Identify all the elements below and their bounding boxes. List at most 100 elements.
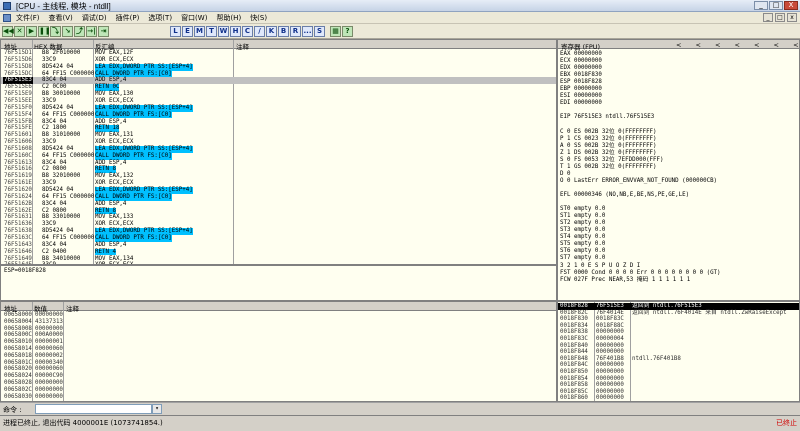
toolbar-button[interactable]: S (314, 26, 325, 37)
registers-panel[interactable]: 寄存器 (FPU) < < < < < < < < EAX 00000000EC… (557, 39, 800, 301)
register-line[interactable]: ST4 empty 0.0 (560, 234, 605, 241)
mdi-minimize-button[interactable]: _ (763, 13, 773, 22)
toolbar-button[interactable]: T (206, 26, 217, 37)
register-line[interactable]: EIP 76F515E3 ntdll.76F515E3 (560, 114, 654, 121)
toolbar-button[interactable]: ? (342, 26, 353, 37)
toolbar-button[interactable]: R (290, 26, 301, 37)
disasm-row[interactable]: 76F51619 B8 32010000 MOV EAX,132 (1, 173, 556, 180)
stack-row[interactable]: 0018F844 00000000 (558, 349, 799, 356)
register-line[interactable]: ST1 empty 0.0 (560, 213, 605, 220)
stack-row[interactable]: 0018F82C 76F4014E 返回到 ntdll.76F4014E 来自 nt… (558, 310, 799, 317)
stack-row[interactable]: 0018F85C 00000000 (558, 389, 799, 396)
register-line[interactable]: O 0 LastErr ERROR_ENVVAR_NOT_FOUND (0000… (560, 178, 717, 185)
disasm-row[interactable]: 76F51636 33C9 XOR ECX,ECX (1, 221, 556, 228)
dump-row[interactable]: 0065802C 00000000 (1, 387, 556, 394)
maximize-button[interactable]: □ (769, 1, 783, 10)
register-line[interactable]: T 1 GS 002B 32位 0(FFFFFFFF) (560, 164, 657, 171)
toolbar-button[interactable]: ↘ (62, 26, 73, 37)
dump-row[interactable]: 0065800C 000A0000 (1, 332, 556, 339)
register-line[interactable]: ECX 00000000 (560, 58, 602, 65)
disasm-row[interactable]: 76F5162E C2 0800 RETN 8 (1, 207, 556, 215)
toolbar-button[interactable]: ❚❚ (38, 26, 51, 37)
dump-row[interactable]: 00658010 00000001 (1, 339, 556, 346)
dump-row[interactable]: 00658024 00000C90 (1, 373, 556, 380)
stack-row[interactable]: 0018F860 00000000 (558, 395, 799, 401)
toolbar-button[interactable]: K (266, 26, 277, 37)
close-button[interactable]: X (784, 1, 798, 10)
register-line[interactable]: EBX 0018F830 (560, 72, 602, 79)
disasm-row[interactable]: 76F51608 8D5424 04 LEA EDX,DWORD PTR SS:[E… (1, 145, 556, 153)
stack-row[interactable]: 0018F83C 00000004 (558, 336, 799, 343)
stack-row[interactable]: 0018F834 0018F88C (558, 323, 799, 330)
register-line[interactable]: C 0 ES 002B 32位 0(FFFFFFFF) (560, 129, 657, 136)
register-line[interactable]: FCW 027F Prec NEAR,53 掩码 1 1 1 1 1 1 (560, 277, 690, 284)
disasm-row[interactable]: 76F51620 8D5424 04 LEA EDX,DWORD PTR SS:[E… (1, 187, 556, 194)
dump-row[interactable]: 0065801C 00000340 (1, 360, 556, 367)
disasm-row[interactable]: 76F515D1 B8 2F010000 MOV EAX,12F (1, 50, 556, 57)
disasm-row[interactable]: 76F515FB 83C4 04 ADD ESP,4 (1, 119, 556, 126)
toolbar-button[interactable]: ▦ (330, 26, 341, 37)
toolbar-button[interactable]: C (242, 26, 253, 37)
toolbar-button[interactable]: L (170, 26, 181, 37)
register-line[interactable]: ST5 empty 0.0 (560, 241, 605, 248)
disassembly-panel[interactable]: 地址 HEX 数据 反汇编 注释 76F515D1 B8 2F010000 MOV … (0, 39, 557, 265)
disasm-row[interactable]: 76F51606 33C9 XOR ECX,ECX (1, 139, 556, 146)
dump-row[interactable]: 00658004 43137313 (1, 319, 556, 326)
register-line[interactable]: A 0 SS 002B 32位 0(FFFFFFFF) (560, 143, 657, 150)
toolbar-button[interactable]: ◀◀ (2, 26, 14, 37)
disasm-row[interactable]: 76F515EE 33C9 XOR ECX,ECX (1, 98, 556, 105)
stack-row[interactable]: 0018F848 76F401B8 ntdll.76F401B8 (558, 356, 799, 363)
register-line[interactable]: FST 0000 Cond 0 0 0 0 Err 0 0 0 0 0 0 0 … (560, 270, 721, 277)
toolbar-button[interactable]: ✕ (14, 26, 25, 37)
register-line[interactable]: EDX 00000000 (560, 65, 602, 72)
disasm-row[interactable]: 76F515DC 64 FF15 C000000 CALL DWORD PTR FS… (1, 70, 556, 78)
toolbar-button[interactable]: / (254, 26, 265, 37)
register-line[interactable]: EDI 00000000 (560, 100, 602, 107)
toolbar-button[interactable]: ... (302, 26, 313, 37)
disasm-row[interactable]: 76F51613 83C4 04 ADD ESP,4 (1, 160, 556, 167)
command-input[interactable] (35, 404, 152, 414)
register-line[interactable]: Z 1 DS 002B 32位 0(FFFFFFFF) (560, 150, 657, 157)
register-line[interactable]: ESI 00000000 (560, 93, 602, 100)
stack-row[interactable]: 0018F828 76F515E3 返回到 ntdll.76F515E3 (558, 303, 799, 310)
dump-row[interactable]: 00658008 00000000 (1, 326, 556, 333)
register-line[interactable]: 3 2 1 0 E S P U O Z D I (560, 263, 640, 270)
mdi-close-button[interactable]: x (787, 13, 797, 22)
disasm-row[interactable]: 76F5160C 64 FF15 C000000 CALL DWORD PTR FS… (1, 152, 556, 160)
menu-item[interactable]: 插件(P) (116, 13, 140, 23)
disasm-row[interactable]: 76F5161E 33C9 XOR ECX,ECX (1, 180, 556, 187)
command-dropdown-icon[interactable]: ▾ (152, 404, 162, 414)
menu-item[interactable]: 快(S) (250, 13, 267, 23)
mdi-restore-button[interactable]: □ (775, 13, 785, 22)
system-menu-icon[interactable] (3, 14, 11, 22)
register-line[interactable]: ST2 empty 0.0 (560, 220, 605, 227)
registers-nav-arrows[interactable]: < < < < < < < < (676, 41, 799, 49)
minimize-button[interactable]: _ (754, 1, 768, 10)
menu-item[interactable]: 窗口(W) (181, 13, 207, 23)
toolbar-button[interactable]: ⇥ (98, 26, 109, 37)
disasm-row[interactable]: 76F515E6 C2 0C00 RETN 0C (1, 84, 556, 92)
disasm-row[interactable]: 76F51646 C2 0400 RETN 4 (1, 248, 556, 256)
toolbar-button[interactable]: M (194, 26, 205, 37)
menu-item[interactable]: 查看(V) (49, 13, 73, 23)
register-line[interactable]: S 0 FS 0053 32位 7EFDD000(FFF) (560, 157, 664, 164)
toolbar-button[interactable]: E (182, 26, 193, 37)
register-line[interactable]: EBP 00000000 (560, 86, 602, 93)
stack-panel[interactable]: 0018F828 76F515E3 返回到 ntdll.76F515E3 0018F8… (557, 301, 800, 402)
dump-row[interactable]: 00658028 00000000 (1, 380, 556, 387)
disasm-row[interactable]: 76F51649 B8 34010000 MOV EAX,134 (1, 256, 556, 263)
toolbar-button[interactable]: →| (86, 26, 97, 37)
menu-item[interactable]: 调试(D) (82, 13, 107, 23)
dump-row[interactable]: 00658030 00000000 (1, 394, 556, 401)
disasm-row[interactable]: 76F51643 83C4 04 ADD ESP,4 (1, 242, 556, 249)
dump-row[interactable]: 00658014 00000060 (1, 346, 556, 353)
menu-item[interactable]: 帮助(H) (216, 13, 241, 23)
toolbar-button[interactable]: B (278, 26, 289, 37)
dump-row[interactable]: 00658018 00000002 (1, 353, 556, 360)
register-line[interactable]: EFL 00000346 (NO,NB,E,BE,NS,PE,GE,LE) (560, 192, 689, 199)
register-line[interactable]: D 0 (560, 171, 570, 178)
disasm-row[interactable]: 76F515D8 8D5424 04 LEA EDX,DWORD PTR SS:[E… (1, 63, 556, 71)
menu-item[interactable]: 选项(T) (148, 13, 172, 23)
dump-row[interactable]: 00658020 00000060 (1, 366, 556, 373)
register-line[interactable]: ST0 empty 0.0 (560, 206, 605, 213)
